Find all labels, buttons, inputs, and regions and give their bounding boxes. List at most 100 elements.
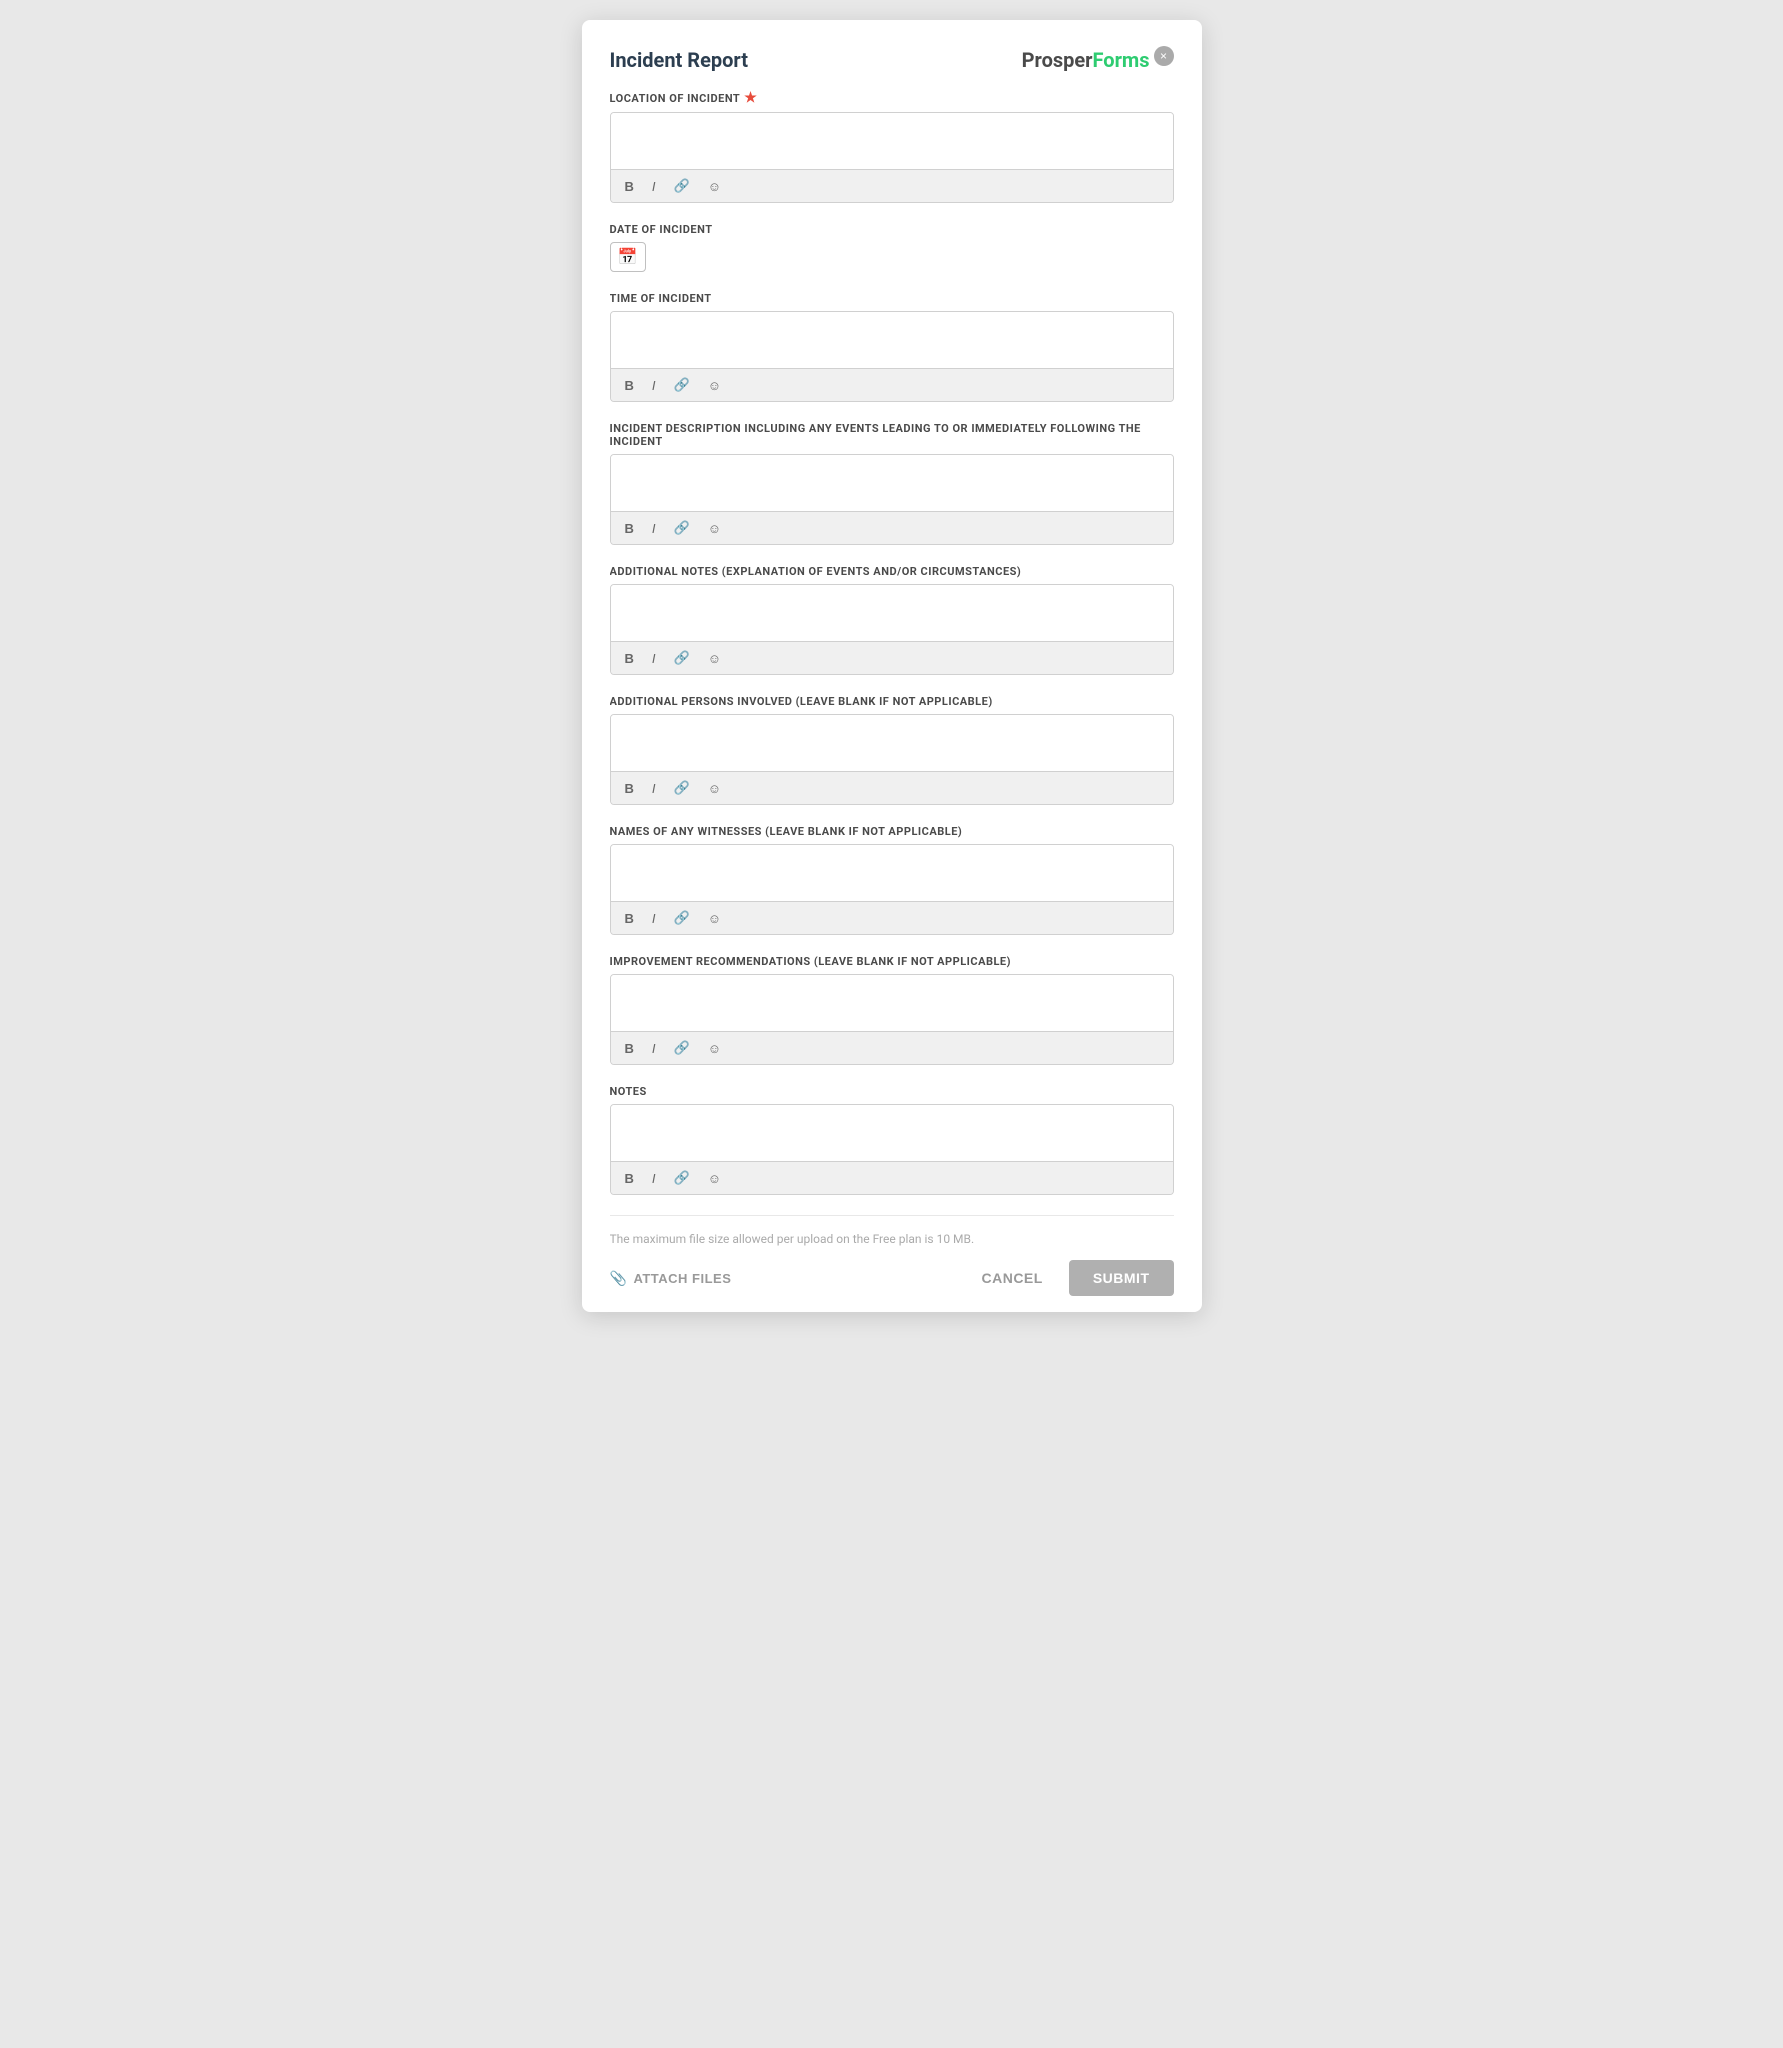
description-link-btn[interactable]: 🔗 xyxy=(670,518,694,538)
witnesses-emoji-btn[interactable]: ☺ xyxy=(704,909,725,928)
additional-persons-bold-btn[interactable]: B xyxy=(621,779,638,798)
notes-label: NOTES xyxy=(610,1085,1174,1098)
link-icon: 🔗 xyxy=(674,1170,690,1186)
emoji-icon: ☺ xyxy=(708,378,721,393)
location-input[interactable] xyxy=(611,113,1173,165)
attach-files-button[interactable]: 📎 ATTACH FILES xyxy=(610,1270,732,1287)
description-emoji-btn[interactable]: ☺ xyxy=(704,519,725,538)
link-icon: 🔗 xyxy=(674,1040,690,1056)
witnesses-bold-btn[interactable]: B xyxy=(621,909,638,928)
additional-notes-emoji-btn[interactable]: ☺ xyxy=(704,649,725,668)
link-icon: 🔗 xyxy=(674,178,690,194)
additional-notes-italic-btn[interactable]: I xyxy=(648,649,660,668)
footer-right-buttons: CANCEL SUBMIT xyxy=(965,1260,1173,1296)
notes-italic-btn[interactable]: I xyxy=(648,1169,660,1188)
submit-button[interactable]: SUBMIT xyxy=(1069,1260,1174,1296)
witnesses-label: NAMES OF ANY WITNESSES (LEAVE BLANK IF N… xyxy=(610,825,1174,838)
notes-link-btn[interactable]: 🔗 xyxy=(670,1168,694,1188)
emoji-icon: ☺ xyxy=(708,179,721,194)
witnesses-italic-btn[interactable]: I xyxy=(648,909,660,928)
description-input[interactable] xyxy=(611,455,1173,507)
description-italic-btn[interactable]: I xyxy=(648,519,660,538)
location-toolbar: B I 🔗 ☺ xyxy=(611,169,1173,202)
location-bold-btn[interactable]: B xyxy=(621,177,638,196)
additional-notes-link-btn[interactable]: 🔗 xyxy=(670,648,694,668)
cancel-button[interactable]: CANCEL xyxy=(965,1262,1058,1294)
file-size-note: The maximum file size allowed per upload… xyxy=(610,1232,1174,1246)
time-input[interactable] xyxy=(611,312,1173,364)
notes-bold-btn[interactable]: B xyxy=(621,1169,638,1188)
additional-notes-toolbar: B I 🔗 ☺ xyxy=(611,641,1173,674)
improvement-label: IMPROVEMENT RECOMMENDATIONS (LEAVE BLANK… xyxy=(610,955,1174,968)
field-time: TIME OF INCIDENT B I 🔗 ☺ xyxy=(610,292,1174,402)
location-italic-btn[interactable]: I xyxy=(648,177,660,196)
link-icon: 🔗 xyxy=(674,520,690,536)
additional-persons-emoji-btn[interactable]: ☺ xyxy=(704,779,725,798)
date-picker-button[interactable]: 📅 xyxy=(610,242,646,272)
emoji-icon: ☺ xyxy=(708,1171,721,1186)
additional-persons-input[interactable] xyxy=(611,715,1173,767)
form-title: Incident Report xyxy=(610,48,749,72)
time-emoji-btn[interactable]: ☺ xyxy=(704,376,725,395)
additional-notes-editor: B I 🔗 ☺ xyxy=(610,584,1174,675)
brand-forms-text: Forms xyxy=(1093,48,1150,72)
location-link-btn[interactable]: 🔗 xyxy=(670,176,694,196)
link-icon: 🔗 xyxy=(674,377,690,393)
additional-persons-toolbar: B I 🔗 ☺ xyxy=(611,771,1173,804)
additional-persons-link-btn[interactable]: 🔗 xyxy=(670,778,694,798)
form-body: LOCATION OF INCIDENT ★ B I 🔗 ☺ DATE OF I… xyxy=(610,90,1174,1312)
field-location: LOCATION OF INCIDENT ★ B I 🔗 ☺ xyxy=(610,90,1174,203)
description-toolbar: B I 🔗 ☺ xyxy=(611,511,1173,544)
additional-persons-label: ADDITIONAL PERSONS INVOLVED (LEAVE BLANK… xyxy=(610,695,1174,708)
improvement-link-btn[interactable]: 🔗 xyxy=(670,1038,694,1058)
description-label: INCIDENT DESCRIPTION INCLUDING ANY EVENT… xyxy=(610,422,1174,448)
location-label: LOCATION OF INCIDENT ★ xyxy=(610,90,1174,106)
notes-editor: B I 🔗 ☺ xyxy=(610,1104,1174,1195)
footer-actions: 📎 ATTACH FILES CANCEL SUBMIT xyxy=(610,1260,1174,1296)
time-italic-btn[interactable]: I xyxy=(648,376,660,395)
additional-notes-input[interactable] xyxy=(611,585,1173,637)
improvement-bold-btn[interactable]: B xyxy=(621,1039,638,1058)
field-witnesses: NAMES OF ANY WITNESSES (LEAVE BLANK IF N… xyxy=(610,825,1174,935)
improvement-emoji-btn[interactable]: ☺ xyxy=(704,1039,725,1058)
notes-toolbar: B I 🔗 ☺ xyxy=(611,1161,1173,1194)
improvement-editor: B I 🔗 ☺ xyxy=(610,974,1174,1065)
additional-notes-bold-btn[interactable]: B xyxy=(621,649,638,668)
brand-wrapper: ProsperForms × xyxy=(1022,48,1174,72)
brand-prosper-text: Prosper xyxy=(1022,48,1093,72)
footer-section: The maximum file size allowed per upload… xyxy=(610,1215,1174,1312)
close-button[interactable]: × xyxy=(1154,46,1174,66)
improvement-toolbar: B I 🔗 ☺ xyxy=(611,1031,1173,1064)
field-description: INCIDENT DESCRIPTION INCLUDING ANY EVENT… xyxy=(610,422,1174,545)
time-label: TIME OF INCIDENT xyxy=(610,292,1174,305)
additional-notes-label: ADDITIONAL NOTES (EXPLANATION OF EVENTS … xyxy=(610,565,1174,578)
brand-logo: ProsperForms xyxy=(1022,48,1150,72)
paperclip-icon: 📎 xyxy=(610,1270,628,1287)
time-link-btn[interactable]: 🔗 xyxy=(670,375,694,395)
improvement-input[interactable] xyxy=(611,975,1173,1027)
emoji-icon: ☺ xyxy=(708,651,721,666)
link-icon: 🔗 xyxy=(674,910,690,926)
location-emoji-btn[interactable]: ☺ xyxy=(704,177,725,196)
witnesses-toolbar: B I 🔗 ☺ xyxy=(611,901,1173,934)
field-date: DATE OF INCIDENT 📅 xyxy=(610,223,1174,272)
location-editor: B I 🔗 ☺ xyxy=(610,112,1174,203)
emoji-icon: ☺ xyxy=(708,1041,721,1056)
notes-emoji-btn[interactable]: ☺ xyxy=(704,1169,725,1188)
description-editor: B I 🔗 ☺ xyxy=(610,454,1174,545)
notes-input[interactable] xyxy=(611,1105,1173,1157)
field-improvement: IMPROVEMENT RECOMMENDATIONS (LEAVE BLANK… xyxy=(610,955,1174,1065)
description-bold-btn[interactable]: B xyxy=(621,519,638,538)
modal-header: Incident Report ProsperForms × xyxy=(610,48,1174,72)
link-icon: 🔗 xyxy=(674,650,690,666)
emoji-icon: ☺ xyxy=(708,521,721,536)
link-icon: 🔗 xyxy=(674,780,690,796)
witnesses-editor: B I 🔗 ☺ xyxy=(610,844,1174,935)
time-bold-btn[interactable]: B xyxy=(621,376,638,395)
additional-persons-italic-btn[interactable]: I xyxy=(648,779,660,798)
field-additional-notes: ADDITIONAL NOTES (EXPLANATION OF EVENTS … xyxy=(610,565,1174,675)
witnesses-input[interactable] xyxy=(611,845,1173,897)
improvement-italic-btn[interactable]: I xyxy=(648,1039,660,1058)
witnesses-link-btn[interactable]: 🔗 xyxy=(670,908,694,928)
field-notes: NOTES B I 🔗 ☺ xyxy=(610,1085,1174,1195)
